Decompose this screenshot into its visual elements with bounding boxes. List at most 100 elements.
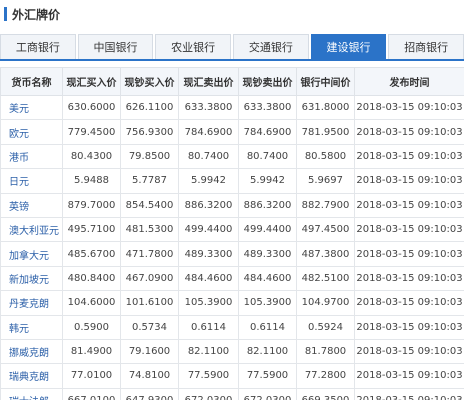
cash-buy-rate: 79.8500 xyxy=(120,143,179,170)
spot-sell-rate: 105.3900 xyxy=(178,290,239,316)
currency-name[interactable]: 港币 xyxy=(0,143,63,170)
exchange-rate-page: 外汇牌价 工商银行 中国银行 农业银行 交通银行 建设银行 招商银行 货币名称 … xyxy=(0,0,464,400)
spot-buy-rate: 779.4500 xyxy=(62,119,121,145)
publish-time: 2018-03-15 09:10:03 xyxy=(354,119,464,145)
spot-buy-rate: 77.0100 xyxy=(62,363,121,389)
cash-sell-rate: 80.7400 xyxy=(238,143,297,170)
spot-buy-rate: 0.5900 xyxy=(62,314,121,340)
currency-name[interactable]: 加拿大元 xyxy=(0,241,63,267)
cash-buy-rate: 467.0900 xyxy=(120,265,179,292)
spot-sell-rate: 489.3300 xyxy=(178,241,239,267)
cash-buy-rate: 0.5734 xyxy=(120,314,179,340)
table-row: 美元 630.6000 626.1100 633.3800 633.3800 631.80… xyxy=(0,94,464,121)
tab-boc[interactable]: 中国银行 xyxy=(77,34,154,59)
rates-table-body: 美元 630.6000 626.1100 633.3800 633.3800 631.80… xyxy=(0,94,464,400)
col-header-cash-sell: 现钞卖出价 xyxy=(238,67,297,96)
rates-table: 货币名称 现汇买入价 现钞买入价 现汇卖出价 现钞卖出价 银行中间价 发布时间 … xyxy=(0,67,464,400)
currency-name[interactable]: 新加坡元 xyxy=(0,265,63,292)
spot-buy-rate: 81.4900 xyxy=(62,338,121,365)
spot-buy-rate: 495.7100 xyxy=(62,216,121,243)
cash-sell-rate: 5.9942 xyxy=(238,168,297,194)
cash-sell-rate: 499.4400 xyxy=(238,216,297,243)
tab-ccb[interactable]: 建设银行 xyxy=(310,34,387,59)
spot-buy-rate: 630.6000 xyxy=(62,94,121,121)
currency-name[interactable]: 韩元 xyxy=(0,314,63,340)
cash-sell-rate: 82.1100 xyxy=(238,338,297,365)
tab-icbc[interactable]: 工商银行 xyxy=(0,34,76,59)
cash-buy-rate: 626.1100 xyxy=(120,94,179,121)
publish-time: 2018-03-15 09:10:03 xyxy=(354,363,464,389)
currency-name[interactable]: 美元 xyxy=(0,94,63,121)
currency-name[interactable]: 丹麦克朗 xyxy=(0,290,63,316)
spot-sell-rate: 784.6900 xyxy=(178,119,239,145)
table-row: 加拿大元 485.6700 471.7800 489.3300 489.3300 487.… xyxy=(0,241,464,267)
spot-buy-rate: 667.0100 xyxy=(62,387,121,400)
table-row: 日元 5.9488 5.7787 5.9942 5.9942 5.9697 2018-03-… xyxy=(0,168,464,194)
spot-sell-rate: 499.4400 xyxy=(178,216,239,243)
currency-name[interactable]: 英镑 xyxy=(0,192,63,218)
middle-rate: 482.5100 xyxy=(296,265,355,292)
currency-name[interactable]: 瑞士法郎 xyxy=(0,387,63,400)
table-row: 澳大利亚元 495.7100 481.5300 499.4400 499.4400 497… xyxy=(0,216,464,243)
table-row: 丹麦克朗 104.6000 101.6100 105.3900 105.3900 104.… xyxy=(0,290,464,316)
cash-buy-rate: 647.9300 xyxy=(120,387,179,400)
publish-time: 2018-03-15 09:10:03 xyxy=(354,338,464,365)
table-row: 欧元 779.4500 756.9300 784.6900 784.6900 781.95… xyxy=(0,119,464,145)
publish-time: 2018-03-15 09:10:03 xyxy=(354,314,464,340)
col-header-middle-rate: 银行中间价 xyxy=(296,67,355,96)
cash-sell-rate: 784.6900 xyxy=(238,119,297,145)
col-header-currency: 货币名称 xyxy=(0,67,63,96)
currency-name[interactable]: 欧元 xyxy=(0,119,63,145)
spot-sell-rate: 5.9942 xyxy=(178,168,239,194)
cash-sell-rate: 484.4600 xyxy=(238,265,297,292)
page-header: 外汇牌价 xyxy=(0,0,464,28)
middle-rate: 669.3500 xyxy=(296,387,355,400)
middle-rate: 487.3800 xyxy=(296,241,355,267)
currency-name[interactable]: 挪威克朗 xyxy=(0,338,63,365)
table-row: 瑞典克朗 77.0100 74.8100 77.5900 77.5900 77.2800 2… xyxy=(0,363,464,389)
spot-sell-rate: 0.6114 xyxy=(178,314,239,340)
spot-buy-rate: 5.9488 xyxy=(62,168,121,194)
col-header-spot-sell: 现汇卖出价 xyxy=(178,67,239,96)
spot-buy-rate: 480.8400 xyxy=(62,265,121,292)
col-header-publish-time: 发布时间 xyxy=(354,67,464,96)
tab-abc[interactable]: 农业银行 xyxy=(155,34,232,59)
spot-sell-rate: 80.7400 xyxy=(178,143,239,170)
spot-sell-rate: 77.5900 xyxy=(178,363,239,389)
spot-buy-rate: 80.4300 xyxy=(62,143,121,170)
publish-time: 2018-03-15 09:10:03 xyxy=(354,94,464,121)
publish-time: 2018-03-15 09:10:03 xyxy=(354,192,464,218)
table-row: 韩元 0.5900 0.5734 0.6114 0.6114 0.5924 2018-03-… xyxy=(0,314,464,340)
spot-buy-rate: 879.7000 xyxy=(62,192,121,218)
spot-buy-rate: 485.6700 xyxy=(62,241,121,267)
currency-name[interactable]: 日元 xyxy=(0,168,63,194)
page-title: 外汇牌价 xyxy=(12,7,61,22)
table-row: 瑞士法郎667.0100647.9300672.0300672.0300669.… xyxy=(0,387,464,400)
table-row: 新加坡元 480.8400 467.0900 484.4600 484.4600 482.… xyxy=(0,265,464,292)
title-marker xyxy=(4,7,7,21)
spot-buy-rate: 104.6000 xyxy=(62,290,121,316)
cash-sell-rate: 633.3800 xyxy=(238,94,297,121)
cash-buy-rate: 471.7800 xyxy=(120,241,179,267)
cash-buy-rate: 74.8100 xyxy=(120,363,179,389)
publish-time: 2018-03-15 09:10:03 xyxy=(354,290,464,316)
tab-bocom[interactable]: 交通银行 xyxy=(233,34,309,59)
middle-rate: 80.5800 xyxy=(296,143,355,170)
cash-sell-rate: 672.0300 xyxy=(238,387,297,400)
currency-name[interactable]: 澳大利亚元 xyxy=(0,216,63,243)
publish-time: 2018-03-15 09:10:03 xyxy=(354,216,464,243)
middle-rate: 497.4500 xyxy=(296,216,355,243)
currency-name[interactable]: 瑞典克朗 xyxy=(0,363,63,389)
middle-rate: 781.9500 xyxy=(296,119,355,145)
cash-sell-rate: 886.3200 xyxy=(238,192,297,218)
cash-sell-rate: 489.3300 xyxy=(238,241,297,267)
table-row: 挪威克朗 81.4900 79.1600 82.1100 82.1100 81.7800 2… xyxy=(0,338,464,365)
middle-rate: 631.8000 xyxy=(296,94,355,121)
middle-rate: 0.5924 xyxy=(296,314,355,340)
publish-time: 2018-03-15 09:10:03 xyxy=(354,265,464,292)
spot-sell-rate: 484.4600 xyxy=(178,265,239,292)
tab-cmb[interactable]: 招商银行 xyxy=(388,34,464,59)
publish-time: 2018-03-15 09:10:03 xyxy=(354,168,464,194)
col-header-cash-buy: 现钞买入价 xyxy=(120,67,179,96)
cash-sell-rate: 77.5900 xyxy=(238,363,297,389)
